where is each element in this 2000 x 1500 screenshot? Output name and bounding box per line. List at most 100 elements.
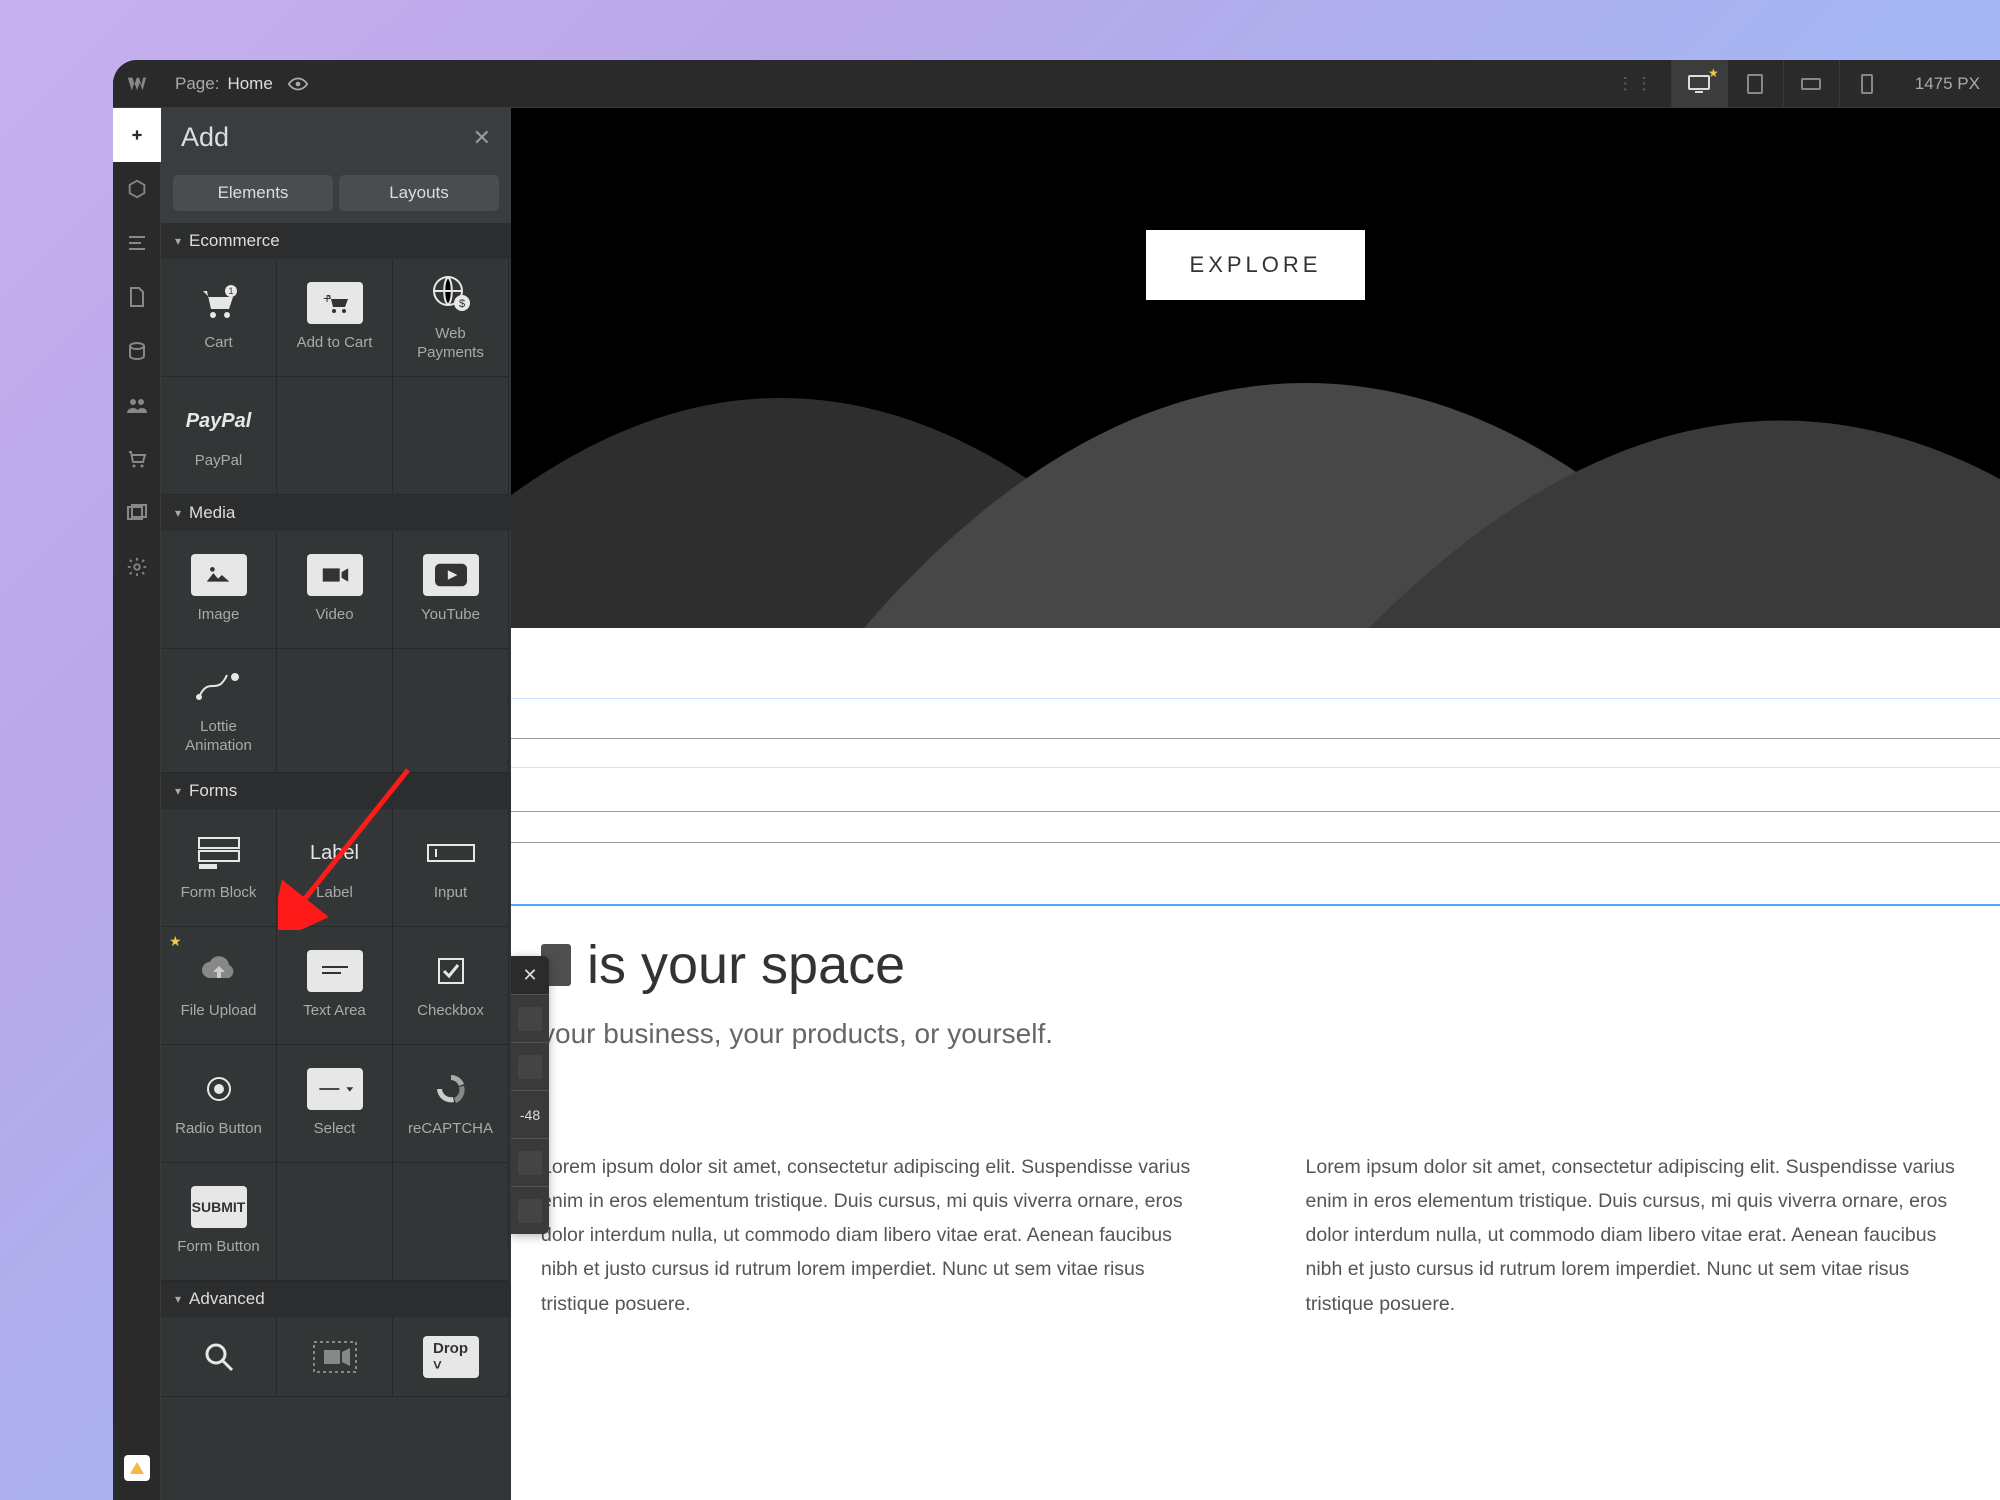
tile-form-block[interactable]: Form Block <box>161 809 277 927</box>
swatch[interactable] <box>518 1007 542 1031</box>
tile-video[interactable]: Video <box>277 531 393 649</box>
tile-select[interactable]: Select <box>277 1045 393 1163</box>
lottie-icon <box>191 666 247 708</box>
page-name: Home <box>227 74 272 94</box>
cart-icon: 1 <box>191 282 247 324</box>
add-elements-icon[interactable] <box>113 108 161 162</box>
ecommerce-icon[interactable] <box>113 432 161 486</box>
close-icon[interactable]: ✕ <box>511 956 549 994</box>
tile-search[interactable] <box>161 1317 277 1397</box>
canvas[interactable]: placeholder EXPLORE is your space your b… <box>511 108 2000 1500</box>
close-icon[interactable]: ✕ <box>473 125 491 151</box>
tile-empty <box>393 1163 509 1281</box>
radio-icon <box>191 1068 247 1110</box>
hero-waves-graphic <box>511 248 2000 628</box>
checkbox-icon <box>423 950 479 992</box>
tile-add-to-cart[interactable]: + Add to Cart <box>277 259 393 377</box>
tile-empty <box>277 1163 393 1281</box>
about-heading-row[interactable]: is your space <box>511 906 2000 996</box>
text-columns[interactable]: Lorem ipsum dolor sit amet, consectetur … <box>511 1050 2000 1321</box>
tile-embed[interactable] <box>277 1317 393 1397</box>
tile-recaptcha[interactable]: reCAPTCHA <box>393 1045 509 1163</box>
settings-icon[interactable] <box>113 540 161 594</box>
preview-icon[interactable] <box>287 73 317 95</box>
image-icon <box>191 554 247 596</box>
tile-empty <box>277 377 393 495</box>
text-area-icon <box>307 950 363 992</box>
audit-icon[interactable] <box>113 1446 161 1500</box>
hero-section[interactable]: placeholder EXPLORE <box>511 108 2000 628</box>
web-payments-icon: $ <box>423 273 479 315</box>
tile-empty <box>393 377 509 495</box>
tile-web-payments[interactable]: $ Web Payments <box>393 259 509 377</box>
section-advanced[interactable]: Advanced <box>161 1281 511 1317</box>
about-subtitle[interactable]: your business, your products, or yoursel… <box>511 996 2000 1050</box>
tile-radio[interactable]: Radio Button <box>161 1045 277 1163</box>
webflow-logo-icon[interactable] <box>113 60 161 108</box>
left-toolbar <box>113 108 161 1500</box>
tile-lottie[interactable]: Lottie Animation <box>161 649 277 773</box>
swatch[interactable] <box>518 1151 542 1175</box>
swatch[interactable] <box>518 1055 542 1079</box>
tile-checkbox[interactable]: Checkbox <box>393 927 509 1045</box>
lorem-left[interactable]: Lorem ipsum dolor sit amet, consectetur … <box>541 1150 1206 1321</box>
input-icon <box>423 832 479 874</box>
embed-icon <box>307 1336 363 1378</box>
assets-icon[interactable] <box>113 486 161 540</box>
picker-value[interactable]: -48 <box>511 1090 549 1138</box>
section-ecommerce[interactable]: Ecommerce <box>161 223 511 259</box>
svg-text:$: $ <box>458 298 464 310</box>
form-block-icon <box>191 832 247 874</box>
tile-text-area[interactable]: Text Area <box>277 927 393 1045</box>
navigator-icon[interactable] <box>113 216 161 270</box>
paypal-logo-icon: PayPal <box>191 400 247 442</box>
tile-image[interactable]: Image <box>161 531 277 649</box>
breakpoint-mobile-landscape[interactable] <box>1783 60 1839 107</box>
breakpoint-tablet[interactable] <box>1727 60 1783 107</box>
page-prefix: Page: <box>175 74 219 94</box>
drag-handle-icon[interactable]: ⋮⋮ <box>1601 74 1671 94</box>
tile-youtube[interactable]: YouTube <box>393 531 509 649</box>
add-panel: Add ✕ Elements Layouts Ecommerce 1 Cart … <box>161 108 511 1500</box>
label-icon: Label <box>307 832 363 874</box>
add-to-cart-icon: + <box>307 282 363 324</box>
lorem-right[interactable]: Lorem ipsum dolor sit amet, consectetur … <box>1306 1150 1971 1321</box>
about-title[interactable]: is your space <box>587 934 905 996</box>
selected-section-outline[interactable] <box>511 698 2000 768</box>
video-icon <box>307 554 363 596</box>
viewport-switcher: ★ <box>1671 60 1895 107</box>
svg-text:+: + <box>323 291 331 306</box>
tab-layouts[interactable]: Layouts <box>339 175 499 211</box>
youtube-icon <box>423 554 479 596</box>
viewport-width-readout: 1475 PX <box>1895 60 2000 107</box>
spacing-picker-remnant: ✕ -48 <box>511 956 549 1234</box>
cms-icon[interactable] <box>113 324 161 378</box>
tile-paypal[interactable]: PayPal PayPal <box>161 377 277 495</box>
breakpoint-mobile[interactable] <box>1839 60 1895 107</box>
tile-empty <box>277 649 393 773</box>
panel-title: Add <box>181 122 229 153</box>
search-icon <box>191 1336 247 1378</box>
symbols-icon[interactable] <box>113 162 161 216</box>
section-media[interactable]: Media <box>161 495 511 531</box>
submit-button-icon: SUBMIT <box>191 1186 247 1228</box>
tile-input[interactable]: Input <box>393 809 509 927</box>
tile-cart[interactable]: 1 Cart <box>161 259 277 377</box>
tile-file-upload[interactable]: ★ File Upload <box>161 927 277 1045</box>
page-selector[interactable]: Page: Home <box>161 60 287 107</box>
explore-button[interactable]: EXPLORE <box>1146 230 1366 300</box>
pages-icon[interactable] <box>113 270 161 324</box>
section-forms[interactable]: Forms <box>161 773 511 809</box>
tile-dropdown[interactable]: Drop ˅ <box>393 1317 509 1397</box>
users-icon[interactable] <box>113 378 161 432</box>
breakpoint-desktop[interactable]: ★ <box>1671 60 1727 107</box>
tile-form-button[interactable]: SUBMIT Form Button <box>161 1163 277 1281</box>
premium-star-icon: ★ <box>169 933 182 950</box>
swatch[interactable] <box>518 1199 542 1223</box>
svg-text:1: 1 <box>228 286 233 296</box>
tile-label[interactable]: Label Label <box>277 809 393 927</box>
dropdown-icon: Drop ˅ <box>423 1336 479 1378</box>
select-icon <box>307 1068 363 1110</box>
tab-elements[interactable]: Elements <box>173 175 333 211</box>
tile-empty <box>393 649 509 773</box>
